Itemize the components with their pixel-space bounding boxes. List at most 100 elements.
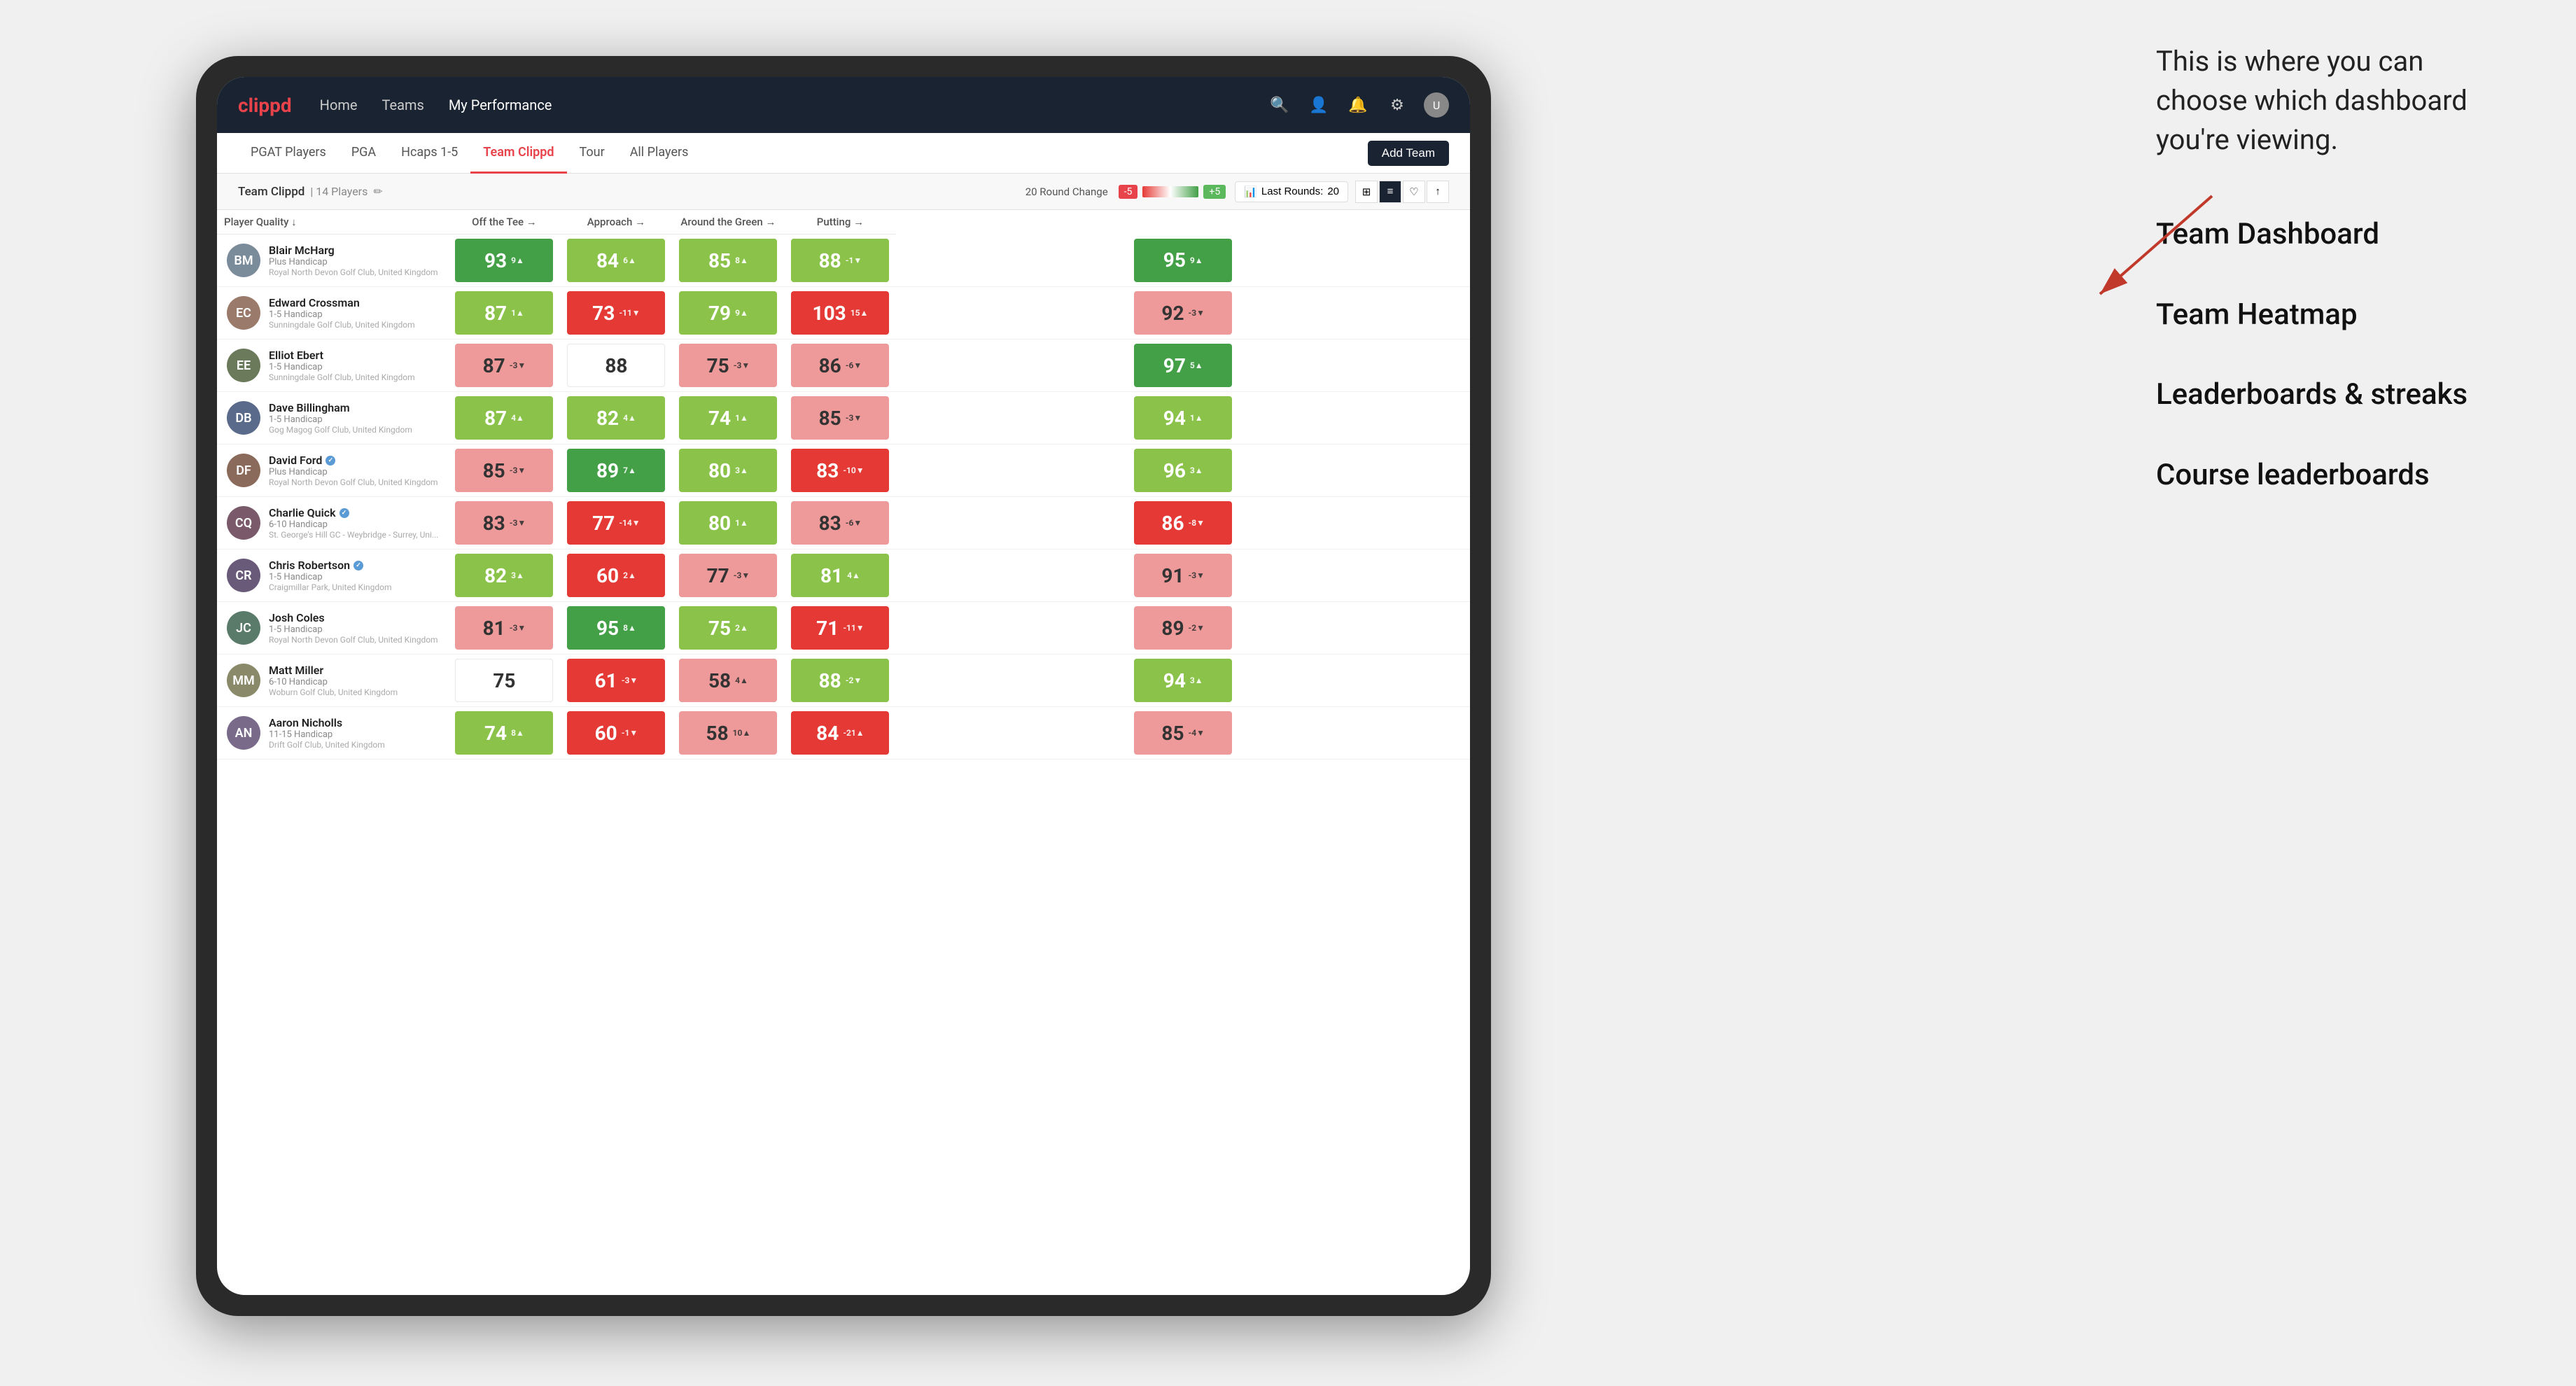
user-icon[interactable]: 👤	[1306, 92, 1331, 118]
score-change: 4▲	[735, 676, 748, 685]
other-view-button[interactable]: ♡	[1403, 181, 1425, 203]
score-value: 87	[483, 354, 505, 377]
score-value: 85	[819, 407, 841, 430]
score-box: 91 -3▼	[1134, 554, 1232, 597]
score-cell: 87 1▲	[448, 287, 560, 340]
table-row[interactable]: AN Aaron Nicholls 11-15 Handicap Drift G…	[217, 707, 1470, 760]
edit-icon[interactable]: ✏	[373, 185, 382, 198]
list-view-button[interactable]: ≡	[1379, 181, 1401, 203]
nav-link-home[interactable]: Home	[320, 97, 358, 113]
table-row[interactable]: DF David Ford ✓ Plus Handicap Royal Nort…	[217, 444, 1470, 497]
score-value: 95	[1163, 248, 1186, 272]
score-cell: 95 9▲	[896, 234, 1470, 287]
score-box: 74 8▲	[455, 711, 553, 755]
player-details: Charlie Quick ✓ 6-10 Handicap St. George…	[269, 506, 438, 540]
table-container: Player Quality ↓ Off the Tee → Approach …	[217, 210, 1470, 1295]
score-change: 7▲	[623, 465, 636, 475]
score-box: 83 -3▼	[455, 501, 553, 545]
bell-icon[interactable]: 🔔	[1345, 92, 1371, 118]
score-box: 95 9▲	[1134, 239, 1232, 282]
score-value: 85	[1161, 722, 1184, 745]
player-handicap: 6-10 Handicap	[269, 677, 438, 687]
table-row[interactable]: MM Matt Miller 6-10 Handicap Woburn Golf…	[217, 654, 1470, 707]
score-cell: 80 3▲	[672, 444, 784, 497]
nav-link-my-performance[interactable]: My Performance	[449, 97, 552, 113]
score-box: 88 -1▼	[791, 239, 889, 282]
table-row[interactable]: CR Chris Robertson ✓ 1-5 Handicap Craigm…	[217, 550, 1470, 602]
col-header-tee[interactable]: Off the Tee →	[448, 210, 560, 234]
score-cell: 86 -6▼	[784, 340, 896, 392]
player-name: Elliot Ebert	[269, 349, 438, 362]
score-box: 89 -2▼	[1134, 606, 1232, 650]
player-details: Aaron Nicholls 11-15 Handicap Drift Golf…	[269, 716, 438, 750]
score-box: 81 -3▼	[455, 606, 553, 650]
subnav-tour[interactable]: Tour	[567, 133, 617, 174]
score-value: 75	[493, 669, 515, 692]
score-box: 82 4▲	[567, 396, 665, 440]
player-handicap: 1-5 Handicap	[269, 309, 438, 320]
avatar: EC	[227, 296, 260, 330]
subnav-hcaps[interactable]: Hcaps 1-5	[388, 133, 470, 174]
score-box: 80 1▲	[679, 501, 777, 545]
table-row[interactable]: BM Blair McHarg Plus Handicap Royal Nort…	[217, 234, 1470, 287]
table-row[interactable]: CQ Charlie Quick ✓ 6-10 Handicap St. Geo…	[217, 497, 1470, 550]
avatar: AN	[227, 716, 260, 750]
score-cell: 83 -10▼	[784, 444, 896, 497]
table-row[interactable]: EC Edward Crossman 1-5 Handicap Sunningd…	[217, 287, 1470, 340]
avatar: DB	[227, 401, 260, 435]
table-row[interactable]: DB Dave Billingham 1-5 Handicap Gog Mago…	[217, 392, 1470, 444]
nav-link-teams[interactable]: Teams	[382, 97, 424, 113]
score-value: 86	[1161, 512, 1184, 535]
score-cell: 92 -3▼	[896, 287, 1470, 340]
score-change: 15▲	[850, 308, 869, 318]
score-box: 93 9▲	[455, 239, 553, 282]
score-cell: 82 3▲	[448, 550, 560, 602]
player-handicap: 1-5 Handicap	[269, 572, 438, 582]
grid-view-button[interactable]: ⊞	[1355, 181, 1378, 203]
col-header-approach[interactable]: Approach →	[560, 210, 672, 234]
score-cell: 91 -3▼	[896, 550, 1470, 602]
settings-icon[interactable]: ⚙	[1385, 92, 1410, 118]
view-icons: ⊞ ≡ ♡ ↑	[1355, 181, 1449, 203]
score-box: 83 -6▼	[791, 501, 889, 545]
score-value: 87	[484, 407, 507, 430]
score-cell: 97 5▲	[896, 340, 1470, 392]
col-header-around-green[interactable]: Around the Green →	[672, 210, 784, 234]
subnav-pgat[interactable]: PGAT Players	[238, 133, 339, 174]
score-value: 77	[592, 512, 615, 535]
search-icon[interactable]: 🔍	[1267, 92, 1292, 118]
score-value: 94	[1163, 407, 1186, 430]
score-cell: 87 -3▼	[448, 340, 560, 392]
score-cell: 88	[560, 340, 672, 392]
score-change: 1▲	[511, 308, 524, 318]
score-change: 4▲	[847, 570, 860, 580]
score-value: 83	[819, 512, 841, 535]
score-cell: 61 -3▼	[560, 654, 672, 707]
subnav-team-clippd[interactable]: Team Clippd	[470, 133, 566, 174]
player-details: Blair McHarg Plus Handicap Royal North D…	[269, 244, 438, 277]
subnav-pga[interactable]: PGA	[339, 133, 388, 174]
col-header-player[interactable]: Player Quality ↓	[217, 210, 448, 234]
score-cell: 83 -6▼	[784, 497, 896, 550]
table-row[interactable]: JC Josh Coles 1-5 Handicap Royal North D…	[217, 602, 1470, 654]
score-cell: 85 -3▼	[784, 392, 896, 444]
score-change: -14▼	[619, 518, 640, 528]
verified-icon: ✓	[326, 456, 335, 465]
table-row[interactable]: EE Elliot Ebert 1-5 Handicap Sunningdale…	[217, 340, 1470, 392]
subnav-all-players[interactable]: All Players	[617, 133, 701, 174]
user-avatar[interactable]: U	[1424, 92, 1449, 118]
add-team-button[interactable]: Add Team	[1368, 141, 1449, 166]
player-club: Drift Golf Club, United Kingdom	[269, 740, 438, 750]
score-value: 93	[484, 249, 507, 272]
score-change: -10▼	[843, 465, 864, 475]
score-cell: 75	[448, 654, 560, 707]
avatar: DF	[227, 454, 260, 487]
export-button[interactable]: ↑	[1427, 181, 1449, 203]
score-value: 89	[596, 459, 619, 482]
score-change: -3▼	[1189, 570, 1205, 580]
last-rounds-button[interactable]: 📊 Last Rounds: 20	[1235, 181, 1348, 202]
col-header-putting[interactable]: Putting →	[784, 210, 896, 234]
score-cell: 88 -1▼	[784, 234, 896, 287]
player-details: Dave Billingham 1-5 Handicap Gog Magog G…	[269, 401, 438, 435]
nav-bar: clippd Home Teams My Performance 🔍 👤 🔔 ⚙…	[217, 77, 1470, 133]
